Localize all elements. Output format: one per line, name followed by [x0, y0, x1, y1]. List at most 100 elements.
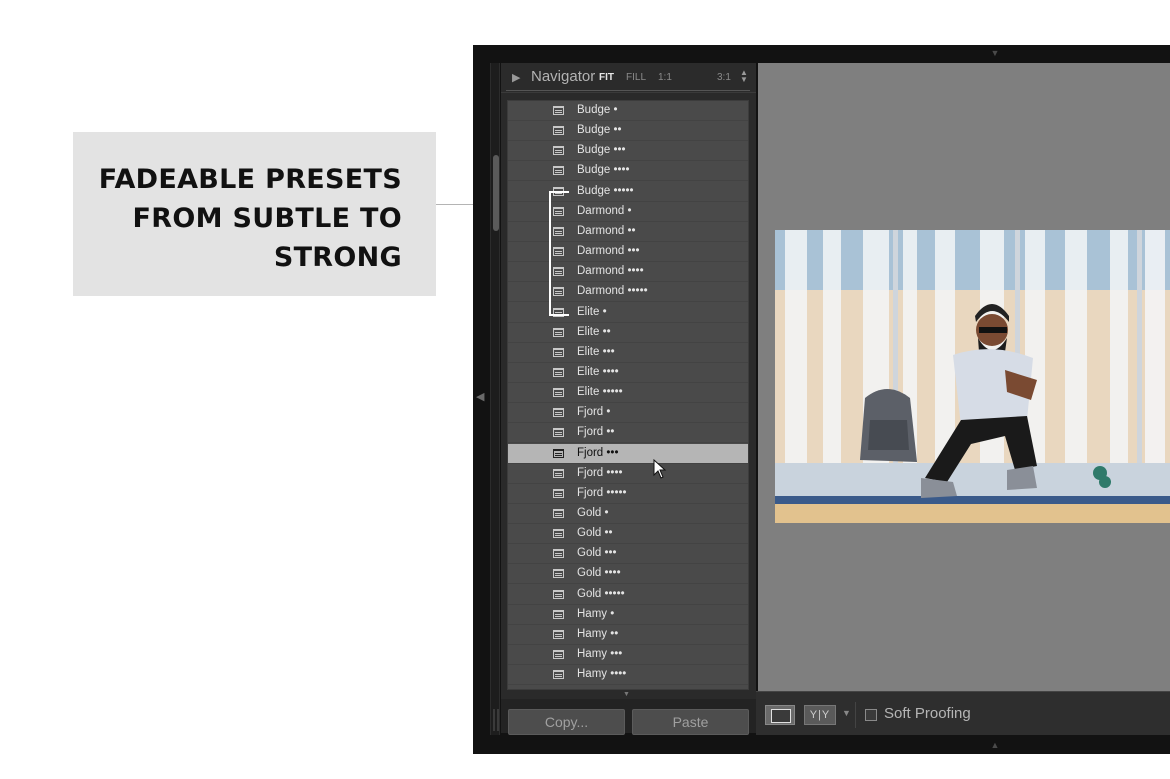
preset-item[interactable]: Elite •• — [508, 323, 748, 343]
navigator-divider — [506, 90, 750, 91]
zoom-1-1[interactable]: 1:1 — [658, 72, 672, 83]
preset-label: Budge •••• — [577, 164, 630, 177]
preset-icon — [553, 126, 564, 136]
preset-item[interactable]: Darmond ••• — [508, 242, 748, 263]
preset-item[interactable]: Gold • — [508, 504, 748, 524]
zoom-fill[interactable]: FILL — [626, 72, 646, 83]
preset-item[interactable]: Gold ••• — [508, 544, 748, 565]
bottom-panel-toggle-icon[interactable]: ▲ — [988, 741, 1002, 750]
zoom-3-1[interactable]: 3:1 — [717, 72, 731, 83]
preset-label: Gold ••••• — [577, 587, 625, 600]
left-panel: ▶ Navigator FIT FILL 1:1 3:1 ▲ ▼ Budge • B… — [501, 63, 756, 735]
preset-icon — [553, 267, 564, 277]
soft-proofing-checkbox[interactable] — [865, 709, 877, 721]
preset-label: Gold ••• — [577, 547, 617, 560]
callout-bracket — [549, 191, 551, 316]
preset-item[interactable]: Hamy ••• — [508, 645, 748, 666]
callout-bracket-bottom — [549, 314, 569, 316]
preset-icon — [553, 650, 564, 660]
preset-icon — [553, 367, 564, 377]
preset-item[interactable]: Budge ••••• — [508, 182, 748, 202]
bottom-toolbar: Y|Y ▼ Soft Proofing — [756, 691, 1170, 735]
preset-item[interactable]: Gold ••••• — [508, 585, 748, 605]
preset-item[interactable]: Budge •• — [508, 121, 748, 142]
chevron-down-icon[interactable]: ▼ — [842, 708, 851, 718]
expand-triangle-icon[interactable]: ▶ — [512, 71, 520, 84]
preset-item[interactable]: Elite • — [508, 303, 748, 323]
lightroom-window: ▼ ◀ ▲ ▶ Navigator FIT FILL 1:1 3:1 ▲ ▼ Bu… — [473, 45, 1170, 754]
preset-label: Hamy • — [577, 607, 615, 620]
preset-icon — [553, 609, 564, 619]
preset-icon — [553, 287, 564, 297]
preset-label: Budge ••••• — [577, 184, 634, 197]
preset-icon — [553, 247, 564, 257]
preset-item[interactable]: Fjord ••••• — [508, 484, 748, 504]
main-image-area — [758, 63, 1170, 691]
preset-icon — [553, 629, 564, 639]
preset-label: Budge •• — [577, 124, 622, 137]
top-panel-toggle-icon[interactable]: ▼ — [988, 49, 1002, 58]
preset-item[interactable]: Elite ••• — [508, 343, 748, 363]
preset-icon — [553, 488, 564, 498]
preset-icon — [553, 388, 564, 398]
navigator-header[interactable]: ▶ Navigator FIT FILL 1:1 3:1 ▲ ▼ — [501, 63, 756, 93]
toolbar-divider — [855, 702, 856, 728]
preset-item[interactable]: Darmond •••• — [508, 262, 748, 283]
preset-item[interactable]: Darmond •• — [508, 222, 748, 242]
preset-item[interactable]: Budge •••• — [508, 161, 748, 182]
preset-label: Budge • — [577, 104, 618, 116]
preset-list: Budge • Budge •• Budge ••• Budge •••• Budge … — [507, 100, 749, 690]
preset-label: Budge ••• — [577, 144, 626, 157]
preset-item[interactable]: Darmond • — [508, 202, 748, 222]
zoom-stepper-icon[interactable]: ▲ ▼ — [740, 69, 748, 84]
navigator-title: Navigator — [531, 68, 596, 85]
scrollbar-thumb[interactable] — [493, 155, 499, 231]
preset-item[interactable]: Fjord •••• — [508, 464, 748, 484]
callout-line-3: STRONG — [273, 242, 402, 273]
preset-icon — [553, 166, 564, 176]
preset-label: Gold •••• — [577, 567, 621, 580]
preset-icon — [553, 509, 564, 518]
preset-icon — [553, 529, 564, 539]
preset-label: Elite ••••• — [577, 386, 623, 399]
preset-icon — [553, 549, 564, 559]
preset-item[interactable]: Gold •••• — [508, 564, 748, 585]
preset-icon — [553, 448, 564, 458]
copy-button[interactable]: Copy... — [508, 709, 625, 735]
preset-icon — [553, 408, 564, 418]
preset-icon — [553, 347, 564, 357]
left-panel-scrollbar[interactable] — [490, 63, 500, 735]
callout-bracket-top — [549, 191, 569, 193]
preset-item[interactable]: Fjord •• — [508, 423, 748, 444]
zoom-fit[interactable]: FIT — [599, 72, 614, 83]
soft-proofing-label: Soft Proofing — [884, 705, 971, 722]
preset-icon — [553, 468, 564, 478]
preset-item[interactable]: Budge ••• — [508, 141, 748, 162]
preset-label: Fjord • — [577, 406, 611, 419]
preset-item[interactable]: Hamy •••• — [508, 665, 748, 686]
preset-item[interactable]: Hamy •• — [508, 625, 748, 645]
callout-line-2: FROM SUBTLE TO — [132, 203, 402, 234]
preset-item[interactable]: Gold •• — [508, 524, 748, 545]
preset-item[interactable]: Fjord • — [508, 403, 748, 424]
paste-button[interactable]: Paste — [632, 709, 749, 735]
preset-label: Darmond ••••• — [577, 285, 648, 298]
preset-item[interactable]: Darmond ••••• — [508, 282, 748, 303]
preset-item[interactable]: Elite •••• — [508, 363, 748, 383]
preset-item[interactable]: Fjord ••• — [508, 443, 748, 464]
preset-label: Gold •• — [577, 527, 613, 540]
preset-icon — [553, 106, 564, 115]
preset-item[interactable]: Hamy • — [508, 605, 748, 625]
before-after-button[interactable]: Y|Y — [804, 705, 836, 725]
preset-label: Fjord •• — [577, 426, 615, 439]
preset-label: Fjord •••• — [577, 466, 623, 479]
loupe-view-button[interactable] — [765, 705, 795, 725]
list-scroll-down-icon[interactable]: ▼ — [623, 691, 630, 698]
scrollbar-grip[interactable] — [493, 709, 499, 731]
left-panel-toggle-icon[interactable]: ◀ — [476, 390, 484, 404]
preset-item[interactable]: Elite ••••• — [508, 383, 748, 404]
preset-label: Elite • — [577, 305, 607, 318]
preset-item[interactable]: Budge • — [508, 101, 748, 121]
preset-icon — [553, 569, 564, 579]
mouse-cursor-icon — [653, 459, 667, 479]
